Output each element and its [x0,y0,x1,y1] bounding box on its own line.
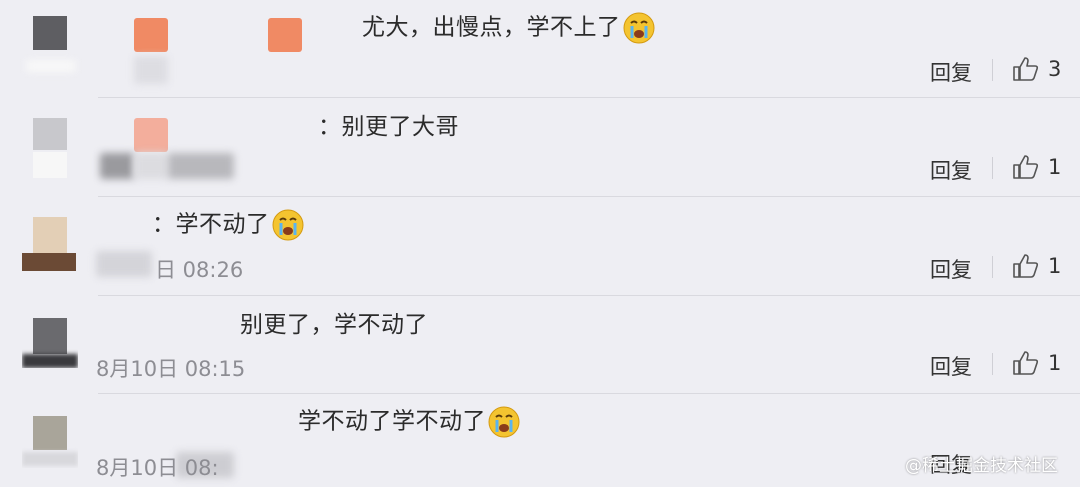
comment-item: 尤大，出慢点，学不上了 回复 3 [0,0,1080,98]
crying-face-icon [623,12,654,44]
avatar[interactable] [22,217,76,271]
reply-button[interactable]: 回复 [930,351,972,381]
separator [992,157,993,179]
thumbs-up-icon[interactable] [1012,56,1040,82]
avatar[interactable] [33,16,67,50]
comment-text: 学不动了学不动了 [298,406,520,438]
like-count: 1 [1048,155,1062,179]
crying-face-icon [488,406,520,438]
thumbs-up-icon[interactable] [1012,350,1040,376]
thumbs-up-icon[interactable] [1012,253,1040,279]
comment-time: 8月10日 08: [96,456,219,480]
comment-text: 别更了，学不动了 [240,312,428,338]
avatar[interactable] [33,118,67,178]
blurred-username [134,153,168,179]
blurred-username [100,153,134,179]
reply-button[interactable]: 回复 [930,155,972,185]
avatar[interactable] [22,318,78,368]
blurred-username [134,18,168,52]
reply-button[interactable]: 回复 [930,254,972,284]
comment-item: 别更了，学不动了 8月10日 08:15 回复 1 [0,296,1080,394]
comment-item: ：学不动了 日 08:26 回复 1 [0,197,1080,296]
thumbs-up-icon[interactable] [1012,154,1040,180]
blurred-username [134,56,168,84]
like-count: 1 [1048,351,1062,375]
blurred-username [168,153,234,179]
blurred-username [26,60,76,72]
crying-face-icon [272,209,303,241]
comment-text: ：学不动了 [152,209,304,241]
separator [992,59,993,81]
watermark: @稀土掘金技术社区 [905,456,1058,476]
comment-time: 8月10日 08:15 [96,357,246,381]
comment-item: ：别更了大哥 回复 1 [0,98,1080,197]
comment-text: ：别更了大哥 [318,114,459,140]
like-count: 3 [1048,57,1062,81]
separator [992,256,993,278]
reply-button[interactable]: 回复 [930,57,972,87]
blurred-username [134,118,168,152]
blurred-username [268,18,302,52]
avatar[interactable] [22,416,78,468]
comment-text: 尤大，出慢点，学不上了 [362,12,655,44]
separator [992,353,993,375]
blurred-username [96,251,152,277]
like-count: 1 [1048,254,1062,278]
comment-time: 日 08:26 [155,258,244,282]
